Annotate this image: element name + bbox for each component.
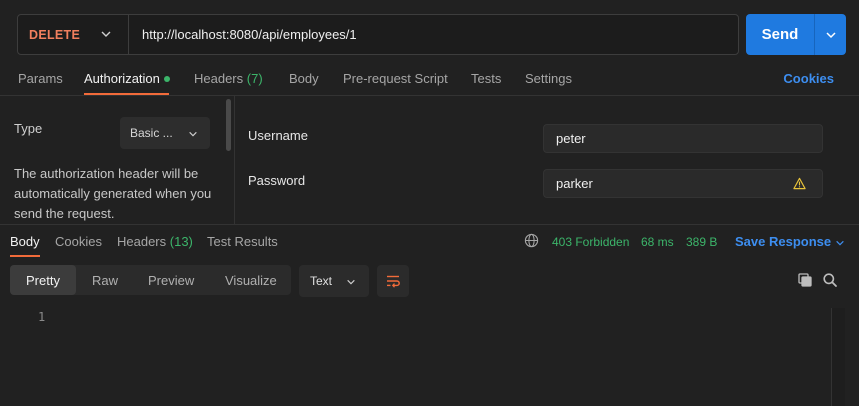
chevron-down-icon bbox=[347, 279, 355, 285]
url-input[interactable]: http://localhost:8080/api/employees/1 bbox=[129, 27, 357, 42]
request-response-divider[interactable] bbox=[0, 224, 859, 225]
editor-scrollbar[interactable] bbox=[831, 308, 845, 406]
panel-divider[interactable] bbox=[234, 96, 235, 224]
response-size[interactable]: 389 B bbox=[686, 235, 717, 249]
send-button[interactable]: Send bbox=[746, 14, 846, 55]
tab-authorization[interactable]: Authorization bbox=[84, 71, 170, 86]
warning-icon[interactable] bbox=[793, 177, 806, 190]
search-icon[interactable] bbox=[822, 272, 838, 288]
copy-icon[interactable] bbox=[797, 272, 813, 288]
response-tab-headers-label: Headers bbox=[117, 234, 167, 249]
chevron-down-icon bbox=[189, 131, 197, 137]
save-response-label: Save Response bbox=[735, 234, 832, 249]
chevron-down-icon bbox=[101, 31, 111, 37]
response-time[interactable]: 68 ms bbox=[641, 235, 674, 249]
response-tab-cookies[interactable]: Cookies bbox=[55, 234, 102, 249]
method-select[interactable]: DELETE bbox=[18, 15, 129, 54]
username-field[interactable]: peter bbox=[543, 124, 823, 153]
tab-params[interactable]: Params bbox=[18, 71, 63, 86]
tab-headers-count: (7) bbox=[246, 71, 263, 86]
auth-panel-scrollbar[interactable] bbox=[226, 99, 231, 151]
format-preview[interactable]: Preview bbox=[148, 265, 194, 295]
tab-tests[interactable]: Tests bbox=[471, 71, 501, 86]
tab-settings[interactable]: Settings bbox=[525, 71, 572, 86]
cookies-link[interactable]: Cookies bbox=[783, 71, 834, 86]
request-tabs: Params Authorization Headers (7) Body Pr… bbox=[0, 64, 859, 96]
auth-description: The authorization header will be automat… bbox=[14, 166, 212, 221]
line-number: 1 bbox=[38, 310, 46, 324]
format-visualize[interactable]: Visualize bbox=[225, 265, 277, 295]
wrap-lines-icon bbox=[387, 275, 400, 288]
password-label: Password bbox=[248, 173, 306, 188]
globe-icon[interactable] bbox=[524, 233, 539, 248]
format-raw[interactable]: Raw bbox=[92, 265, 118, 295]
content-type-value: Text bbox=[310, 274, 333, 288]
save-response-button[interactable]: Save Response bbox=[735, 234, 845, 249]
tab-pre-request-script[interactable]: Pre-request Script bbox=[343, 71, 448, 86]
body-format-group: Pretty Raw Preview Visualize bbox=[10, 265, 291, 295]
tab-headers[interactable]: Headers (7) bbox=[194, 71, 263, 86]
username-label: Username bbox=[248, 128, 308, 143]
username-value: peter bbox=[556, 131, 586, 146]
response-tab-body[interactable]: Body bbox=[10, 234, 40, 249]
method-label: DELETE bbox=[29, 27, 81, 42]
wrap-lines-button[interactable] bbox=[377, 265, 409, 297]
response-status[interactable]: 403 Forbidden bbox=[552, 235, 629, 249]
active-tab-underline bbox=[84, 93, 169, 95]
send-label: Send bbox=[761, 26, 799, 43]
response-active-tab-underline bbox=[10, 255, 40, 257]
content-type-select[interactable]: Text bbox=[299, 265, 369, 297]
url-bar: DELETE http://localhost:8080/api/employe… bbox=[17, 14, 739, 55]
tab-body[interactable]: Body bbox=[289, 71, 319, 86]
password-field[interactable]: parker bbox=[543, 169, 823, 198]
active-indicator-icon bbox=[163, 75, 170, 82]
tab-headers-label: Headers bbox=[194, 71, 244, 86]
chevron-down-icon bbox=[836, 240, 844, 246]
format-pretty[interactable]: Pretty bbox=[10, 265, 76, 295]
send-options-button[interactable] bbox=[815, 29, 846, 41]
response-tab-headers-count: (13) bbox=[169, 234, 193, 249]
auth-type-select[interactable]: Basic ... bbox=[120, 117, 210, 149]
auth-type-label: Type bbox=[14, 121, 43, 136]
response-tab-headers[interactable]: Headers (13) bbox=[117, 234, 193, 249]
chevron-down-icon bbox=[825, 31, 836, 38]
auth-type-value: Basic ... bbox=[130, 126, 173, 140]
tab-authorization-label: Authorization bbox=[84, 71, 160, 86]
response-tab-test-results[interactable]: Test Results bbox=[207, 234, 278, 249]
password-value: parker bbox=[556, 176, 593, 191]
